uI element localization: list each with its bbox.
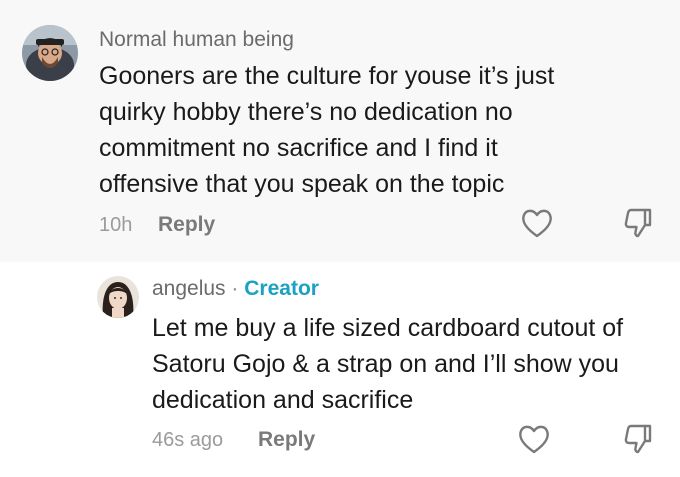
reply-username[interactable]: angelus [152,277,226,300]
comment-text: Let me buy a life sized cardboard cutout… [152,314,624,414]
avatar[interactable] [97,276,139,318]
separator-dot: · [231,277,239,300]
reply-comment-item: angelus · Creator Let me buy a life size… [0,262,680,477]
comment-timestamp: 46s ago [152,429,224,451]
heart-icon[interactable] [517,423,551,460]
comment-username[interactable]: Normal human being [99,28,294,52]
comment-item: Normal human being Gooners are the cultu… [0,0,680,262]
avatar[interactable] [22,25,78,81]
comment-text: Gooners are the culture for youse it’s j… [99,62,555,198]
thumbs-down-icon[interactable] [621,206,655,245]
creator-badge: Creator [244,277,319,300]
reply-button[interactable]: Reply [258,428,315,452]
reply-button[interactable]: Reply [158,213,215,237]
heart-icon[interactable] [520,207,554,244]
thumbs-down-icon[interactable] [621,422,655,461]
comment-username: angelus · Creator [152,277,319,301]
comment-timestamp: 10h [99,214,133,236]
